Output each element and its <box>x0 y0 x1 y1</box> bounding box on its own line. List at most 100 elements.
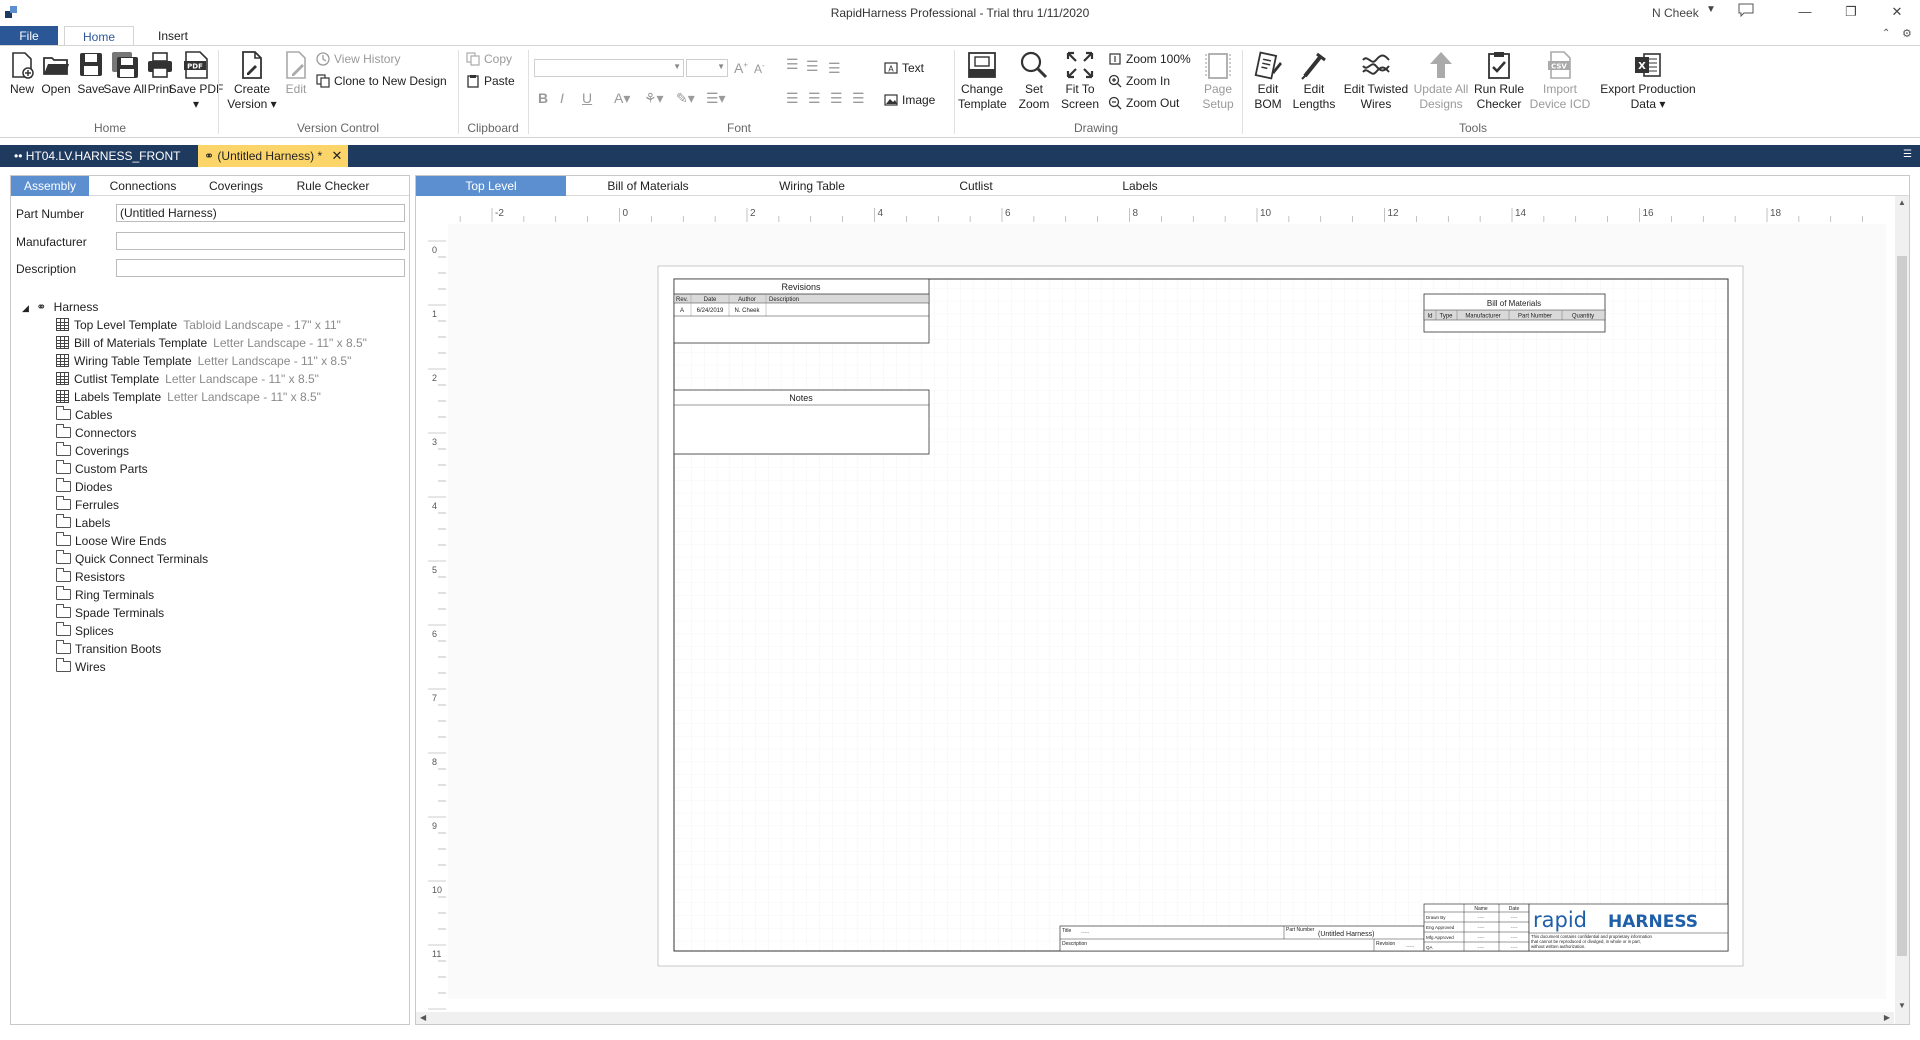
align-top-icon[interactable]: ☰ <box>786 56 799 73</box>
tab-assembly[interactable]: Assembly <box>11 176 89 196</box>
close-tab-icon[interactable]: ✕ <box>331 148 342 163</box>
tab-rule-checker[interactable]: Rule Checker <box>281 176 385 196</box>
tab-coverings[interactable]: Coverings <box>191 176 281 196</box>
tree-folder-resistors[interactable]: Resistors <box>56 568 125 586</box>
user-menu-chevron-icon[interactable]: ▼ <box>1706 4 1716 15</box>
tree-item-template[interactable]: Wiring Table Template Letter Landscape - … <box>56 352 351 370</box>
font-size-select[interactable]: ▼ <box>686 59 728 77</box>
tab-cutlist[interactable]: Cutlist <box>894 176 1058 196</box>
edit-version-button[interactable]: Edit <box>280 50 312 97</box>
scroll-right-icon[interactable]: ▶ <box>1884 1013 1890 1022</box>
close-window-button[interactable]: ✕ <box>1874 0 1920 26</box>
export-production-data-button[interactable]: X Export Production Data ▾ <box>1596 50 1700 112</box>
copy-button[interactable]: Copy <box>466 50 512 68</box>
tree-folder-quick-connect-terminals[interactable]: Quick Connect Terminals <box>56 550 208 568</box>
tree-root-harness[interactable]: ◢ ⚭ Harness <box>22 298 98 316</box>
tree-folder-wires[interactable]: Wires <box>56 658 106 676</box>
change-template-button[interactable]: Change Template <box>958 50 1007 112</box>
expand-chevron-icon[interactable]: ◢ <box>22 303 29 313</box>
zoom-100-button[interactable]: Zoom 100% <box>1108 50 1191 68</box>
clone-new-design-button[interactable]: Clone to New Design <box>316 72 447 90</box>
zoom-out-button[interactable]: Zoom Out <box>1108 94 1179 112</box>
save-all-button[interactable]: Save All <box>103 50 147 97</box>
tree-folder-spade-terminals[interactable]: Spade Terminals <box>56 604 164 622</box>
document-tab-ht04[interactable]: •• HT04.LV.HARNESS_FRONT <box>8 145 186 167</box>
align-center-icon[interactable]: ☰ <box>808 90 821 107</box>
view-history-button[interactable]: View History <box>316 50 400 68</box>
save-pdf-button[interactable]: PDF Save PDF ▾ <box>169 50 223 112</box>
tree-folder-splices[interactable]: Splices <box>56 622 114 640</box>
italic-icon[interactable]: I <box>560 90 564 106</box>
tree-folder-custom-parts[interactable]: Custom Parts <box>56 460 148 478</box>
paste-button[interactable]: Paste <box>466 72 515 90</box>
tree-folder-labels[interactable]: Labels <box>56 514 110 532</box>
justify-icon[interactable]: ☰ <box>852 90 865 107</box>
font-family-select[interactable]: ▼ <box>534 59 684 77</box>
scroll-up-icon[interactable]: ▲ <box>1898 198 1906 207</box>
shrink-font-icon[interactable]: A- <box>754 61 765 76</box>
scroll-left-icon[interactable]: ◀ <box>420 1013 426 1022</box>
minimize-button[interactable]: — <box>1782 0 1828 26</box>
font-color-icon[interactable]: A▾ <box>614 90 630 107</box>
tree-folder-loose-wire-ends[interactable]: Loose Wire Ends <box>56 532 166 550</box>
manufacturer-input[interactable] <box>116 232 405 250</box>
collapse-ribbon-icon[interactable]: ⌃ <box>1882 28 1890 39</box>
edit-twisted-wires-button[interactable]: Edit Twisted Wires <box>1340 50 1412 112</box>
settings-gear-icon[interactable]: ⚙ <box>1902 27 1912 40</box>
tree-folder-diodes[interactable]: Diodes <box>56 478 112 496</box>
tree-item-template[interactable]: Bill of Materials Template Letter Landsca… <box>56 334 367 352</box>
insert-image-button[interactable]: Image <box>884 91 935 109</box>
tab-bill-of-materials[interactable]: Bill of Materials <box>566 176 730 196</box>
fit-to-screen-button[interactable]: Fit To Screen <box>1058 50 1102 112</box>
tab-file[interactable]: File <box>0 26 58 46</box>
bold-icon[interactable]: B <box>538 90 548 106</box>
align-middle-icon[interactable]: ☰ <box>806 58 819 75</box>
tab-labels[interactable]: Labels <box>1058 176 1222 196</box>
description-input[interactable] <box>116 259 405 277</box>
scroll-down-icon[interactable]: ▼ <box>1898 1001 1906 1010</box>
import-device-icd-button[interactable]: CSV Import Device ICD <box>1528 50 1592 112</box>
tab-top-level[interactable]: Top Level <box>416 176 566 196</box>
new-button[interactable]: New <box>4 50 40 97</box>
restore-button[interactable]: ❐ <box>1828 0 1874 26</box>
vertical-scrollbar[interactable]: ▲ ▼ <box>1895 196 1909 1024</box>
underline-icon[interactable]: U <box>582 90 592 106</box>
zoom-in-button[interactable]: Zoom In <box>1108 72 1170 90</box>
tab-list-chevron-icon[interactable]: ☰ <box>1903 149 1912 160</box>
create-version-button[interactable]: Create Version ▾ <box>224 50 280 112</box>
feedback-icon[interactable] <box>1738 3 1754 17</box>
edit-lengths-button[interactable]: Edit Lengths <box>1290 50 1338 112</box>
tree-item-template[interactable]: Top Level Template Tabloid Landscape - 17… <box>56 316 341 334</box>
line-style-icon[interactable]: ☰▾ <box>706 90 726 107</box>
horizontal-scrollbar[interactable]: ◀ ▶ <box>416 1012 1894 1024</box>
tab-wiring-table[interactable]: Wiring Table <box>730 176 894 196</box>
set-zoom-button[interactable]: Set Zoom <box>1012 50 1056 112</box>
insert-text-button[interactable]: A Text <box>884 59 924 77</box>
tab-home[interactable]: Home <box>64 26 134 46</box>
align-left-icon[interactable]: ☰ <box>786 90 799 107</box>
tree-folder-ring-terminals[interactable]: Ring Terminals <box>56 586 154 604</box>
tree-folder-connectors[interactable]: Connectors <box>56 424 136 442</box>
align-bottom-icon[interactable]: ☰ <box>828 60 841 77</box>
line-color-icon[interactable]: ✎▾ <box>676 90 695 107</box>
edit-bom-button[interactable]: Edit BOM <box>1246 50 1290 112</box>
document-tab-untitled[interactable]: ⚭ (Untitled Harness) * ✕ <box>198 145 349 167</box>
update-all-designs-button[interactable]: Update All Designs <box>1412 50 1470 112</box>
tree-folder-transition-boots[interactable]: Transition Boots <box>56 640 161 658</box>
align-right-icon[interactable]: ☰ <box>830 90 843 107</box>
tree-folder-ferrules[interactable]: Ferrules <box>56 496 119 514</box>
tab-connections[interactable]: Connections <box>95 176 191 196</box>
part-number-input[interactable] <box>116 204 405 222</box>
drawing-canvas[interactable]: Revisions Rev. Date Author Description A… <box>448 224 1886 999</box>
tree-folder-coverings[interactable]: Coverings <box>56 442 129 460</box>
page-setup-button[interactable]: Page Setup <box>1196 50 1240 112</box>
user-name[interactable]: N Cheek <box>1652 6 1699 20</box>
open-button[interactable]: Open <box>38 50 74 97</box>
tree-item-template[interactable]: Cutlist Template Letter Landscape - 11" x… <box>56 370 319 388</box>
tree-item-template[interactable]: Labels Template Letter Landscape - 11" x … <box>56 388 321 406</box>
tab-insert[interactable]: Insert <box>140 26 206 46</box>
run-rule-checker-button[interactable]: Run Rule Checker <box>1472 50 1526 112</box>
grow-font-icon[interactable]: A+ <box>734 60 748 76</box>
tree-folder-cables[interactable]: Cables <box>56 406 112 424</box>
fill-color-icon[interactable]: ⚘▾ <box>644 90 664 107</box>
